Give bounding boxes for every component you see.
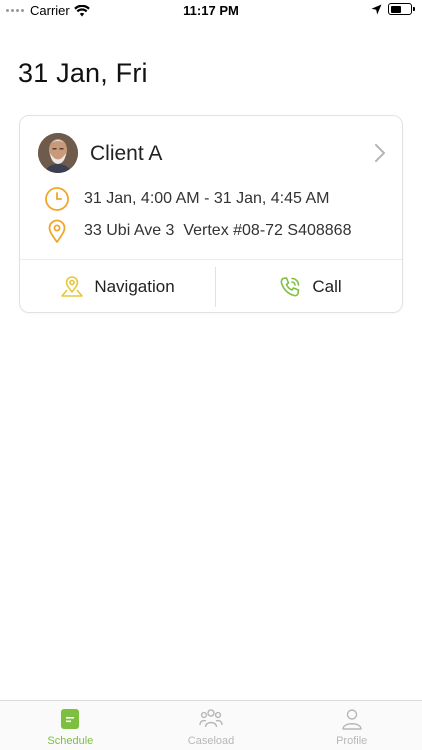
location-pin-icon <box>44 218 70 244</box>
status-right <box>371 3 415 15</box>
appointment-address: 33 Ubi Ave 3 Vertex #08-72 S408868 <box>84 222 352 239</box>
tab-label: Schedule <box>47 735 94 747</box>
phone-icon <box>280 277 300 297</box>
schedule-icon <box>58 707 82 731</box>
tab-label: Caseload <box>187 735 235 747</box>
user-icon <box>340 707 364 731</box>
status-bar: Carrier 11:17 PM <box>0 0 422 22</box>
people-icon <box>199 707 223 731</box>
battery-icon <box>388 3 415 15</box>
appointment-card: Client A 31 Jan, 4:00 AM - 31 Jan, 4:45 … <box>19 115 403 313</box>
status-time: 11:17 PM <box>183 3 239 18</box>
client-row[interactable]: Client A <box>20 116 402 191</box>
tab-label: Profile <box>336 735 368 747</box>
navigation-icon <box>61 276 84 297</box>
tab-profile[interactable]: Profile <box>281 701 422 750</box>
call-button[interactable]: Call <box>216 260 404 314</box>
tab-bar: Schedule Caseload Profile <box>0 700 422 750</box>
clock-icon <box>44 186 70 212</box>
page-title: 31 Jan, Fri <box>18 58 148 88</box>
chevron-right-icon <box>375 144 385 162</box>
call-label: Call <box>312 277 342 296</box>
location-arrow-icon <box>371 4 382 14</box>
navigation-label: Navigation <box>94 277 175 296</box>
tab-caseload[interactable]: Caseload <box>141 701 282 750</box>
appointment-time: 31 Jan, 4:00 AM - 31 Jan, 4:45 AM <box>84 190 330 207</box>
tab-schedule[interactable]: Schedule <box>0 701 141 750</box>
appointment-address-row: 33 Ubi Ave 3 Vertex #08-72 S408868 <box>44 218 351 244</box>
appointment-time-row: 31 Jan, 4:00 AM - 31 Jan, 4:45 AM <box>44 186 329 212</box>
avatar <box>38 133 78 173</box>
client-name: Client A <box>90 142 163 165</box>
navigation-button[interactable]: Navigation <box>20 260 215 314</box>
